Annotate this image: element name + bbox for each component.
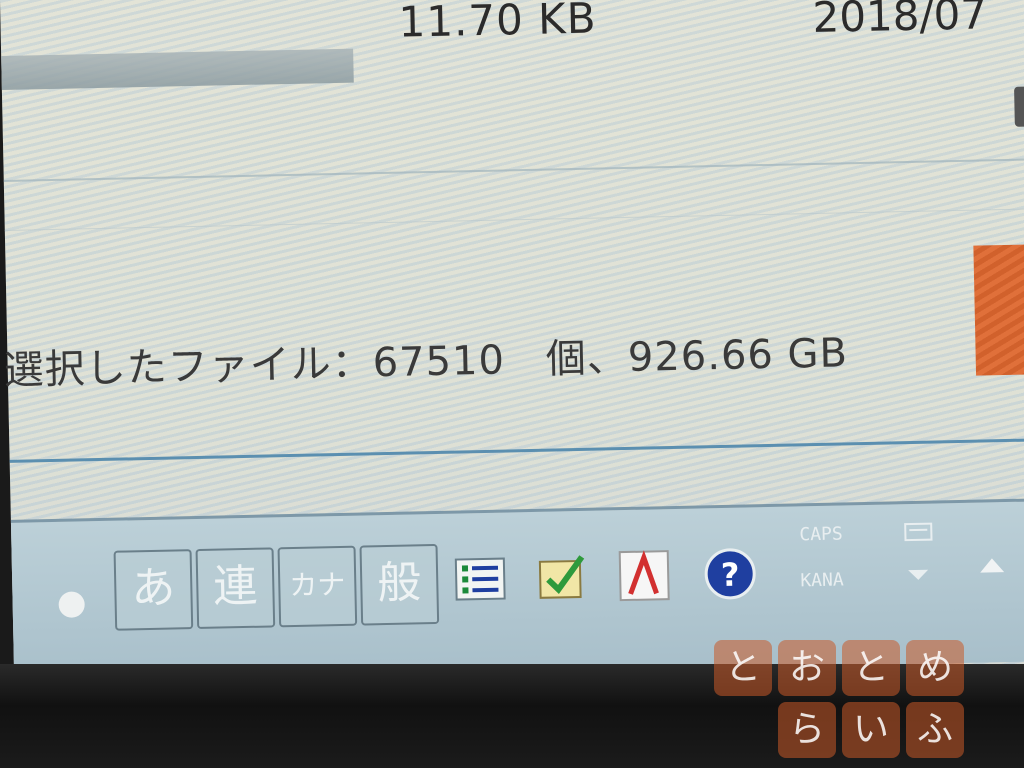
ime-katakana-button[interactable]: カナ: [277, 545, 358, 628]
watermark-char: ら: [778, 702, 836, 758]
scroll-knob[interactable]: [1014, 86, 1024, 127]
caps-indicator: CAPS: [799, 523, 843, 546]
divider: [3, 158, 1024, 182]
ime-katakana-label: カナ: [288, 567, 346, 603]
chevron-down-icon[interactable]: [906, 568, 930, 582]
watermark-char: め: [906, 640, 964, 696]
ime-conversion-label: 連: [212, 560, 258, 613]
keyboard-icon: [904, 522, 933, 542]
divider: [4, 208, 1024, 231]
checklist-icon[interactable]: [534, 549, 591, 606]
watermark-char: お: [778, 640, 836, 696]
expand-up-icon[interactable]: [979, 558, 1005, 573]
status-dot-icon: [58, 591, 85, 618]
kana-indicator: KANA: [800, 569, 844, 592]
orange-panel-icon: [973, 244, 1024, 376]
screen: 11.70 KB 2018/07 選択したファイル：67510 個、926.66…: [0, 0, 1024, 690]
status-divider: [9, 438, 1024, 463]
ime-hiragana-label: あ: [130, 562, 176, 615]
file-date: 2018/07: [812, 0, 988, 42]
ime-general-label: 般: [376, 557, 422, 610]
watermark-char: と: [714, 640, 772, 696]
file-size: 11.70 KB: [398, 0, 597, 47]
watermark-logo: と お と め ら い ふ: [714, 640, 964, 762]
watermark-char: い: [842, 702, 900, 758]
ime-hiragana-button[interactable]: あ: [113, 549, 194, 631]
ime-general-button[interactable]: 般: [359, 543, 440, 626]
watermark-char: ふ: [906, 702, 964, 758]
ime-conversion-button[interactable]: 連: [195, 547, 276, 630]
help-icon[interactable]: ?: [702, 545, 759, 602]
dictionary-icon[interactable]: [616, 547, 673, 604]
list-icon[interactable]: [452, 550, 509, 607]
watermark-char: と: [842, 640, 900, 696]
selection-bar: [1, 48, 354, 90]
svg-text:?: ?: [721, 556, 740, 594]
selection-status: 選択したファイル：67510 個、926.66 GB: [3, 330, 849, 394]
